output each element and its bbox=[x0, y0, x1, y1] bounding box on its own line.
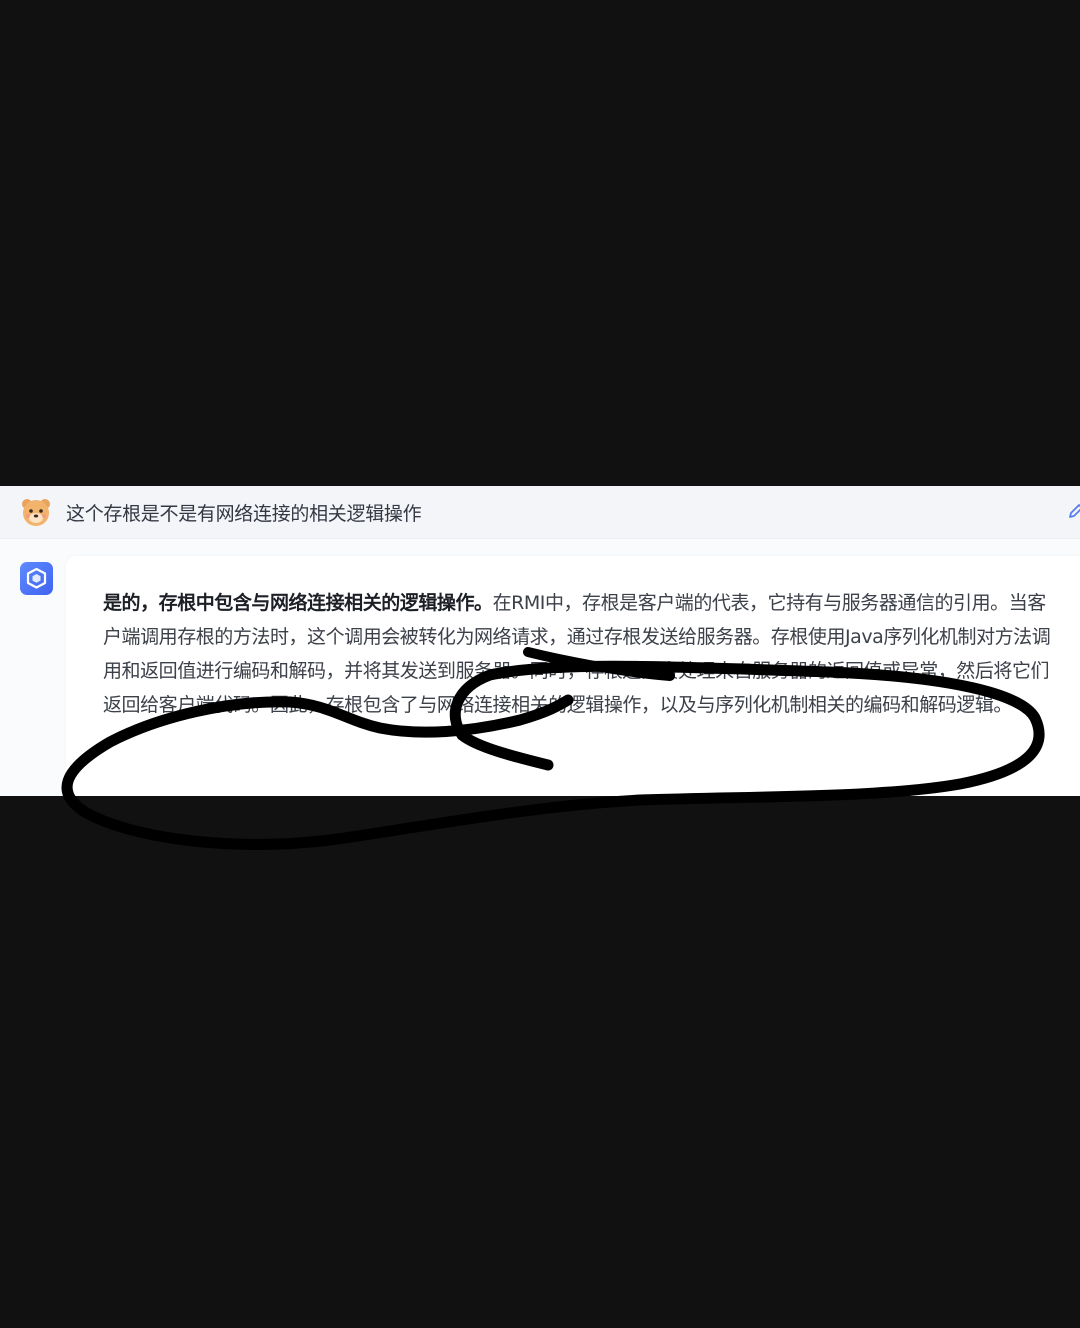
answer-bold-lead: 是的，存根中包含与网络连接相关的逻辑操作。 bbox=[103, 592, 493, 614]
assistant-answer-text: 是的，存根中包含与网络连接相关的逻辑操作。在RMI中，存根是客户端的代表，它持有… bbox=[103, 586, 1063, 722]
assistant-avatar bbox=[20, 562, 53, 595]
photo-frame: 这个存根是不是有网络连接的相关逻辑操作 是的，存根中包含与网络连接相关的逻辑操作… bbox=[0, 0, 1080, 1328]
assistant-answer-card: 是的，存根中包含与网络连接相关的逻辑操作。在RMI中，存根是客户端的代表，它持有… bbox=[66, 556, 1080, 796]
cube-logo-icon bbox=[26, 567, 47, 589]
cartoon-bear-avatar-icon bbox=[22, 499, 50, 526]
pencil-edit-icon[interactable] bbox=[1066, 502, 1080, 522]
user-message-row: 这个存根是不是有网络连接的相关逻辑操作 bbox=[0, 486, 1080, 539]
chat-screenshot: 这个存根是不是有网络连接的相关逻辑操作 是的，存根中包含与网络连接相关的逻辑操作… bbox=[0, 486, 1080, 796]
user-question-text: 这个存根是不是有网络连接的相关逻辑操作 bbox=[66, 503, 422, 525]
